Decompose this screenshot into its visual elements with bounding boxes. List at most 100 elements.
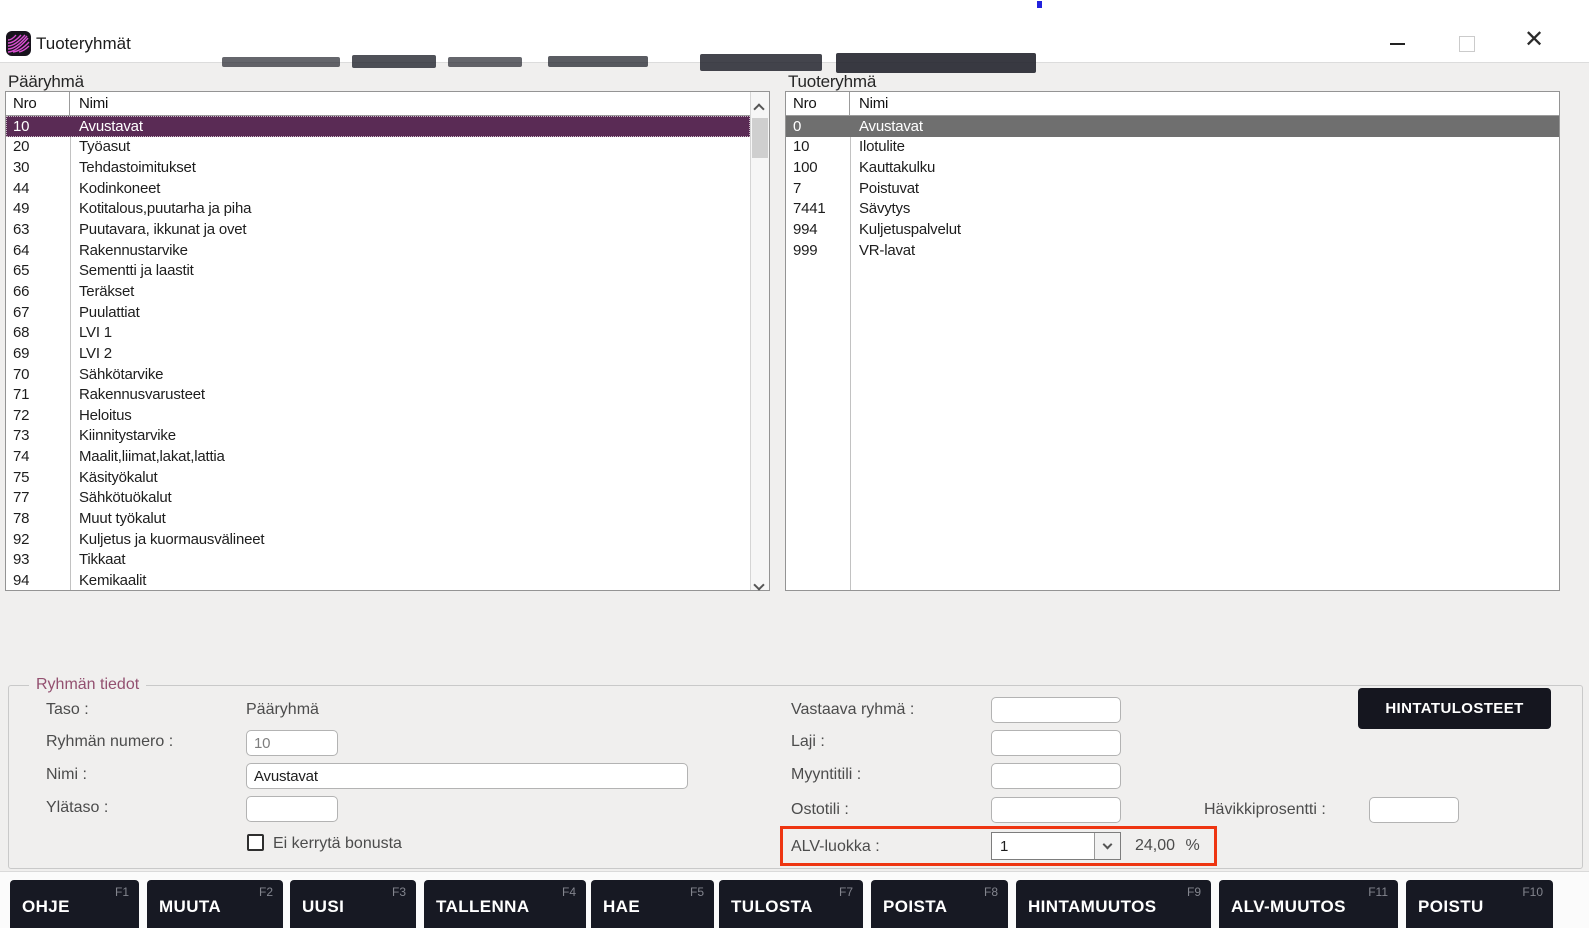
scrollbar-thumb[interactable] <box>752 118 768 158</box>
right-panel-title: Tuoteryhmä <box>788 72 876 92</box>
table-row[interactable]: 7441 Sävytys <box>786 199 1559 220</box>
cell-nimi: Avustavat <box>70 118 750 135</box>
ghost-artifact <box>548 56 648 67</box>
column-header-nimi[interactable]: Nimi <box>70 95 108 112</box>
table-row[interactable]: 75 Käsityökalut <box>6 467 750 488</box>
function-button[interactable]: HAE F5 <box>591 880 714 928</box>
cell-nro: 68 <box>6 324 70 341</box>
function-button-bar: OHJE F1 MUUTA F2 UUSI F3 TALLENNA F4 <box>0 880 1589 928</box>
cell-nimi: Teräkset <box>70 283 750 300</box>
hintatulosteet-button[interactable]: HINTATULOSTEET <box>1358 688 1551 729</box>
function-button[interactable]: POISTU F10 <box>1406 880 1553 928</box>
table-row[interactable]: 20 Työasut <box>6 137 750 158</box>
column-header-nimi[interactable]: Nimi <box>850 95 888 112</box>
table-row[interactable]: 73 Kiinnitystarvike <box>6 426 750 447</box>
function-button[interactable]: OHJE F1 <box>10 880 139 928</box>
table-row[interactable]: 7 Poistuvat <box>786 178 1559 199</box>
function-button[interactable]: TALLENNA F4 <box>424 880 586 928</box>
table-row[interactable]: 70 Sähkötarvike <box>6 364 750 385</box>
button-fkey: F2 <box>259 885 273 899</box>
nimi-label: Nimi : <box>46 766 87 784</box>
myyntitili-label: Myyntitili : <box>791 766 861 784</box>
table-row[interactable]: 72 Heloitus <box>6 405 750 426</box>
table-row[interactable]: 10 Ilotulite <box>786 137 1559 158</box>
table-row[interactable]: 0 Avustavat <box>786 116 1559 137</box>
ghost-artifact <box>700 54 822 71</box>
bonus-checkbox[interactable] <box>247 834 264 851</box>
button-label: HAE <box>603 897 640 917</box>
ghost-artifact <box>352 55 436 68</box>
table-row[interactable]: 63 Puutavara, ikkunat ja ovet <box>6 219 750 240</box>
table-row[interactable]: 10 Avustavat <box>6 116 750 137</box>
ryhman-numero-field[interactable] <box>246 730 338 756</box>
function-button[interactable]: MUUTA F2 <box>147 880 283 928</box>
table-row[interactable]: 64 Rakennustarvike <box>6 240 750 261</box>
button-fkey: F1 <box>115 885 129 899</box>
table-row[interactable]: 66 Teräkset <box>6 281 750 302</box>
app-logo-icon <box>6 31 31 56</box>
cell-nro: 92 <box>6 531 70 548</box>
ryhman-numero-label: Ryhmän numero : <box>46 733 173 751</box>
minimize-button[interactable] <box>1390 43 1405 45</box>
button-label: UUSI <box>302 897 344 917</box>
cell-nro: 77 <box>6 489 70 506</box>
button-fkey: F5 <box>690 885 704 899</box>
function-button[interactable]: POISTA F8 <box>871 880 1008 928</box>
cell-nimi: Sähkötuökalut <box>70 489 750 506</box>
table-row[interactable]: 999 VR-lavat <box>786 240 1559 261</box>
table-row[interactable]: 30 Tehdastoimitukset <box>6 157 750 178</box>
table-row[interactable]: 77 Sähkötuökalut <box>6 488 750 509</box>
column-header-nro[interactable]: Nro <box>786 92 850 115</box>
cell-nro: 69 <box>6 345 70 362</box>
cell-nimi: Avustavat <box>850 118 1559 135</box>
cell-nro: 30 <box>6 159 70 176</box>
table-row[interactable]: 92 Kuljetus ja kuormausvälineet <box>6 529 750 550</box>
cell-nimi: Tehdastoimitukset <box>70 159 750 176</box>
cell-nro: 7441 <box>786 200 850 217</box>
myyntitili-field[interactable] <box>991 763 1121 789</box>
table-row[interactable]: 65 Sementti ja laastit <box>6 260 750 281</box>
function-button[interactable]: TULOSTA F7 <box>719 880 863 928</box>
function-button[interactable]: UUSI F3 <box>290 880 416 928</box>
cell-nro: 10 <box>6 118 70 135</box>
havikki-field[interactable] <box>1369 797 1459 823</box>
cell-nimi: Sähkötarvike <box>70 366 750 383</box>
ylataso-field[interactable] <box>246 796 338 822</box>
tuoteryhma-list: Nro Nimi 0 Avustavat 10 Ilotulite <box>785 91 1560 591</box>
table-row[interactable]: 49 Kotitalous,puutarha ja piha <box>6 199 750 220</box>
groupbox-title: Ryhmän tiedot <box>29 676 146 694</box>
cell-nimi: Heloitus <box>70 407 750 424</box>
table-row[interactable]: 71 Rakennusvarusteet <box>6 384 750 405</box>
vertical-scrollbar[interactable] <box>750 92 769 590</box>
vastaava-label: Vastaava ryhmä : <box>791 701 914 719</box>
cell-nimi: VR-lavat <box>850 242 1559 259</box>
cell-nro: 7 <box>786 180 850 197</box>
scroll-up-icon[interactable] <box>755 100 764 109</box>
vastaava-field[interactable] <box>991 697 1121 723</box>
laji-field[interactable] <box>991 730 1121 756</box>
table-row[interactable]: 74 Maalit,liimat,lakat,lattia <box>6 446 750 467</box>
table-row[interactable]: 78 Muut työkalut <box>6 508 750 529</box>
table-row[interactable]: 68 LVI 1 <box>6 322 750 343</box>
window-title: Tuoteryhmät <box>36 34 131 54</box>
scroll-down-icon[interactable] <box>755 576 764 585</box>
table-row[interactable]: 93 Tikkaat <box>6 549 750 570</box>
close-button[interactable]: ✕ <box>1524 28 1544 52</box>
list-header: Nro Nimi <box>6 92 750 116</box>
function-button[interactable]: HINTAMUUTOS F9 <box>1016 880 1211 928</box>
table-row[interactable]: 69 LVI 2 <box>6 343 750 364</box>
maximize-button[interactable] <box>1459 36 1475 52</box>
cursor-artifact <box>1037 1 1042 8</box>
nimi-field[interactable] <box>246 763 688 789</box>
ostotili-field[interactable] <box>991 797 1121 823</box>
table-row[interactable]: 994 Kuljetuspalvelut <box>786 219 1559 240</box>
table-row[interactable]: 100 Kauttakulku <box>786 157 1559 178</box>
cell-nimi: LVI 2 <box>70 345 750 362</box>
cell-nro: 10 <box>786 138 850 155</box>
table-row[interactable]: 94 Kemikaalit <box>6 570 750 590</box>
button-label: OHJE <box>22 897 70 917</box>
column-header-nro[interactable]: Nro <box>6 92 70 115</box>
function-button[interactable]: ALV-MUUTOS F11 <box>1219 880 1398 928</box>
table-row[interactable]: 44 Kodinkoneet <box>6 178 750 199</box>
table-row[interactable]: 67 Puulattiat <box>6 302 750 323</box>
